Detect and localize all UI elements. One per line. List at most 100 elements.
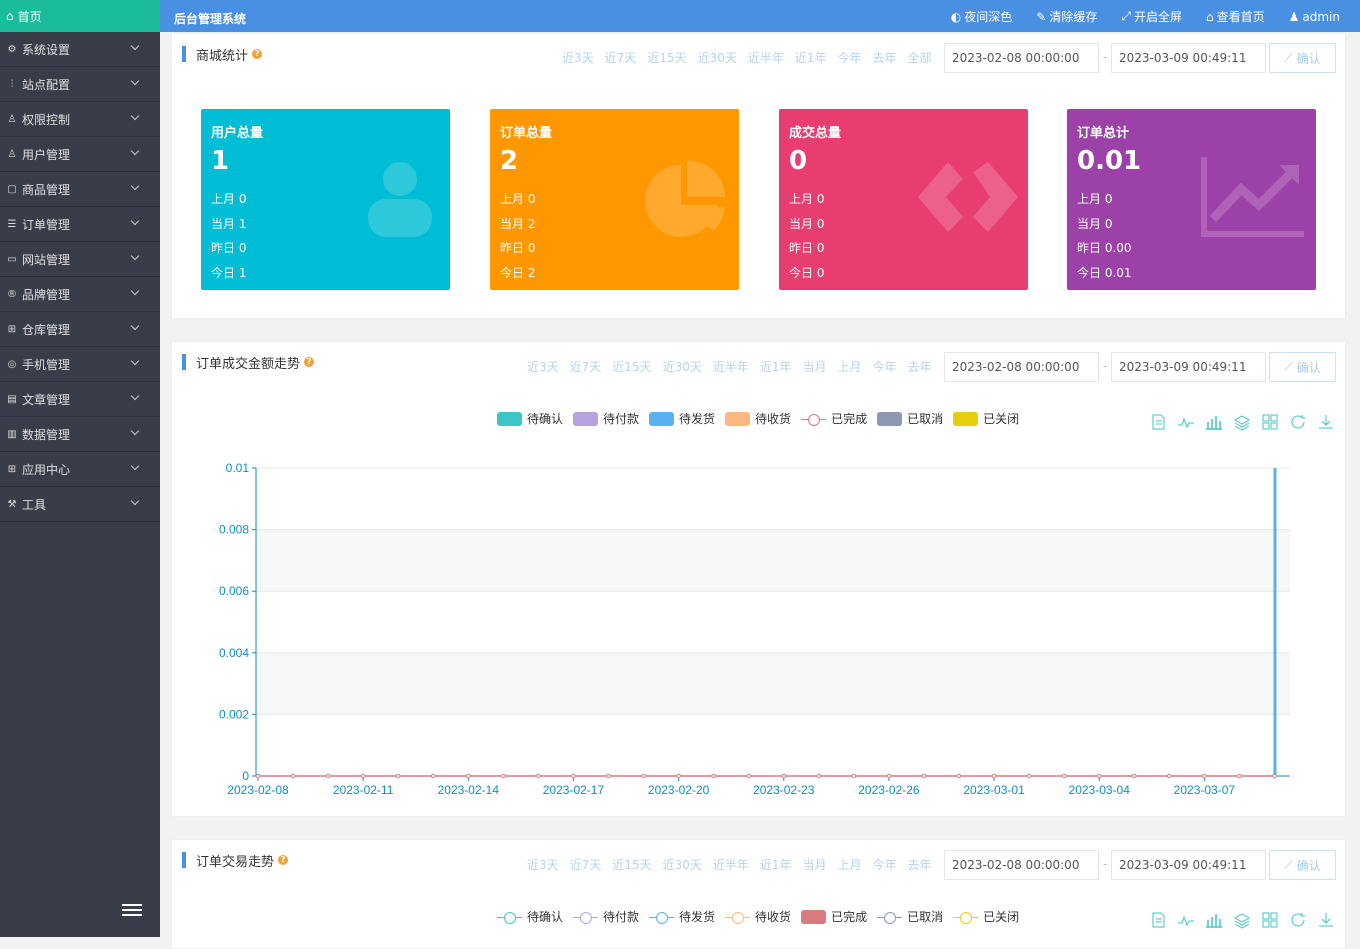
range-option[interactable]: 去年 [908,856,932,873]
stat-card-line: 当月 1 [211,216,247,231]
line-point[interactable] [1167,773,1172,779]
range-option[interactable]: 近15天 [612,856,651,873]
top-menu-4[interactable]: ♟ admin [1289,8,1340,25]
sidebar-item-4[interactable]: ▢ 商品管理 [0,172,160,207]
range-option[interactable]: 近3天 [527,856,559,873]
legend-item[interactable]: 已关闭 [953,908,1019,925]
sidebar-item-13[interactable]: ⚒ 工具 [0,487,160,522]
line-point[interactable] [816,773,822,779]
range-option[interactable]: 近15天 [647,49,686,66]
line-point[interactable] [1061,773,1067,779]
line-point[interactable] [290,773,296,779]
legend-item[interactable]: 待发货 [649,908,715,925]
line-point[interactable] [641,773,646,779]
line-point[interactable] [886,773,892,779]
legend-item[interactable]: 待收货 [725,908,791,925]
line-point[interactable] [1026,773,1032,779]
start-date-input[interactable]: 2023-02-08 00:00:00 [944,43,1099,73]
sidebar: ⌂ 首页 ⚙ 系统设置 ⫶ 站点配置 ♙ 权限控制 ♙ 用户管理 ▢ 商品管理 ☰ 订单管理 ▭ 网站管理… [0,0,160,937]
line-point[interactable] [1272,773,1277,779]
legend-item[interactable]: 已取消 [877,908,943,925]
sidebar-item-7[interactable]: ® 品牌管理 [0,277,160,312]
line-point[interactable] [395,773,401,779]
top-menu-1[interactable]: ✎ 清除缓存 [1036,8,1097,25]
start-date-input[interactable]: 2023-02-08 00:00:00 [944,850,1099,880]
top-menu-0[interactable]: ◐ 夜间深色 [951,8,1013,25]
line-point[interactable] [255,773,261,779]
range-option[interactable]: 近1年 [795,49,827,66]
trend-title: 订单交易走势 [196,854,275,870]
line-point[interactable] [711,773,716,779]
sidebar-item-home[interactable]: ⌂ 首页 [0,0,160,32]
sidebar-item-11[interactable]: ▥ 数据管理 [0,417,160,452]
confirm-button[interactable]: ⟋ 确认 [1269,850,1336,880]
help-icon[interactable]: ? [278,855,289,865]
sidebar-item-12[interactable]: ⊞ 应用中心 [0,452,160,487]
download-icon[interactable] [1317,911,1335,929]
range-option[interactable]: 近7天 [605,49,637,66]
line-point[interactable] [676,773,681,779]
sidebar-item-label: 用户管理 [22,147,71,162]
collapse-sidebar-icon[interactable] [122,904,142,920]
sidebar-item-1[interactable]: ⫶ 站点配置 [0,67,160,102]
line-point[interactable] [746,773,752,779]
line-point[interactable] [1096,773,1102,779]
stack-icon[interactable] [1233,911,1251,929]
range-option[interactable]: 去年 [873,49,897,66]
range-option[interactable]: 今年 [838,49,862,66]
sidebar-item-8[interactable]: ⊞ 仓库管理 [0,312,160,347]
help-icon[interactable]: ? [252,49,263,59]
sidebar-item-3[interactable]: ♙ 用户管理 [0,137,160,172]
line-point[interactable] [501,773,506,779]
line-point[interactable] [536,773,541,779]
range-filters: 近3天 近7天 近15天 近30天 近半年 近1年 今年 去年 全部 [562,49,932,66]
sidebar-item-5[interactable]: ☰ 订单管理 [0,207,160,242]
top-menu-2[interactable]: ⤢ 开启全屏 [1121,8,1182,25]
sidebar-item-10[interactable]: ▤ 文章管理 [0,382,160,417]
refresh-icon[interactable] [1289,911,1307,929]
sidebar-item-9[interactable]: ◎ 手机管理 [0,347,160,382]
line-chart-icon[interactable] [1177,911,1195,929]
range-option[interactable]: 近半年 [748,49,784,66]
line-point[interactable] [1202,773,1207,779]
line-point[interactable] [571,773,576,779]
line-point[interactable] [606,773,611,779]
range-option[interactable]: 近半年 [713,856,749,873]
line-point[interactable] [921,773,927,779]
line-point[interactable] [1237,773,1242,779]
range-option[interactable]: 当月 [803,856,827,873]
sidebar-item-0[interactable]: ⚙ 系统设置 [0,32,160,67]
line-point[interactable] [851,773,857,779]
range-option[interactable]: 近30天 [663,856,702,873]
range-option[interactable]: 上月 [838,856,862,873]
line-point[interactable] [956,773,962,779]
bar-chart-icon[interactable] [1205,911,1223,929]
bar[interactable] [1273,468,1277,776]
range-option[interactable]: 今年 [873,856,897,873]
tiled-icon[interactable] [1261,911,1279,929]
line-point[interactable] [1131,773,1137,779]
sidebar-item-6[interactable]: ▭ 网站管理 [0,242,160,277]
range-option[interactable]: 近1年 [760,856,792,873]
line-point[interactable] [466,773,471,779]
end-date-input[interactable]: 2023-03-09 00:49:11 [1111,43,1266,73]
data-view-icon[interactable] [1149,911,1167,929]
range-option[interactable]: 近3天 [562,49,594,66]
line-point[interactable] [991,773,997,779]
line-point[interactable] [325,773,331,779]
legend-item[interactable]: 已完成 [801,908,867,925]
line-point[interactable] [781,773,787,779]
sidebar-item-2[interactable]: ♙ 权限控制 [0,102,160,137]
range-option[interactable]: 近30天 [698,49,737,66]
range-option[interactable]: 全部 [908,49,932,66]
confirm-button[interactable]: ⟋ 确认 [1269,43,1336,73]
top-menu-3[interactable]: ⌂ 查看首页 [1206,8,1265,25]
line-point[interactable] [360,773,366,779]
legend-item[interactable]: 待付款 [573,908,639,925]
line-point[interactable] [430,773,436,779]
database-icon: ▥ [7,428,17,440]
range-option[interactable]: 近7天 [570,856,602,873]
home-icon: ⌂ [1205,9,1214,24]
end-date-input[interactable]: 2023-03-09 00:49:11 [1111,850,1266,880]
legend-item[interactable]: 待确认 [497,908,563,925]
